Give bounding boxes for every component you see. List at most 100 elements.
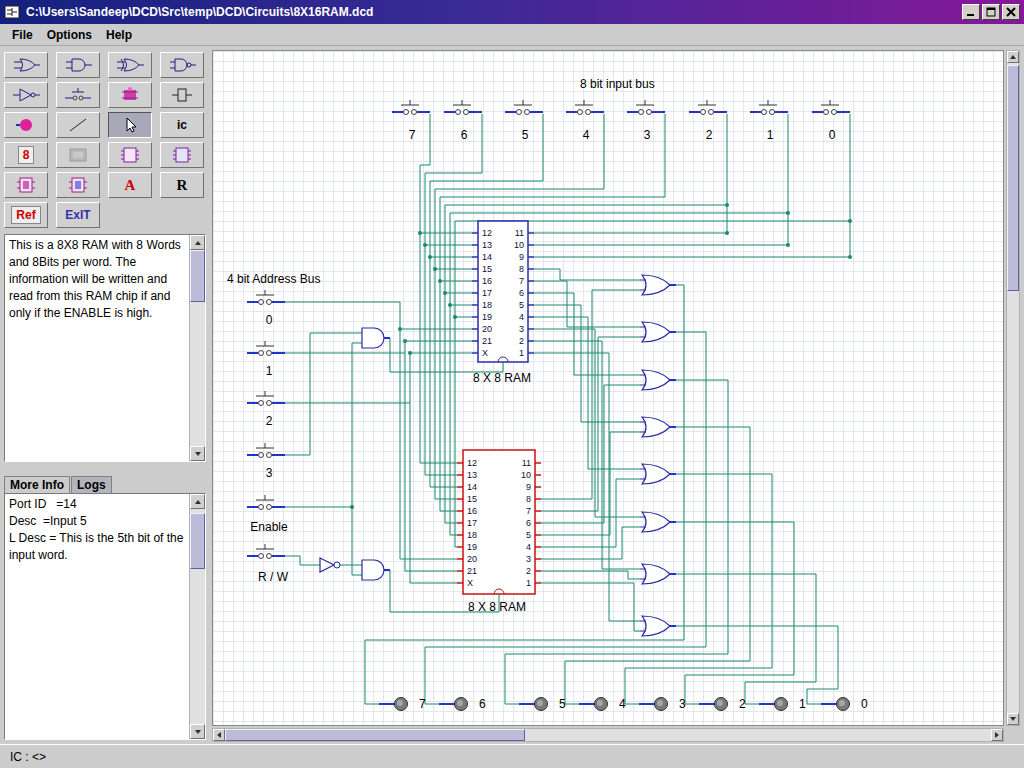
and-gate[interactable]: [362, 560, 390, 580]
minimize-button[interactable]: [962, 4, 980, 20]
tool-button[interactable]: 8: [4, 142, 48, 168]
scroll-thumb[interactable]: [225, 729, 525, 741]
scroll-down-button[interactable]: [190, 724, 205, 739]
wire: [676, 574, 816, 704]
tool-button[interactable]: [4, 112, 48, 138]
tool-button[interactable]: [160, 82, 204, 108]
junction-dot: [848, 219, 852, 223]
push-switch[interactable]: 3: [247, 443, 285, 480]
scroll-thumb[interactable]: [190, 513, 205, 569]
scroll-thumb[interactable]: [1007, 65, 1019, 291]
or-gate[interactable]: [640, 564, 676, 584]
tool-button[interactable]: Ref: [4, 202, 48, 228]
svg-text:10: 10: [521, 470, 531, 480]
tool-button[interactable]: [160, 52, 204, 78]
or-gate[interactable]: [640, 616, 676, 636]
svg-text:9: 9: [526, 482, 531, 492]
push-switch[interactable]: 3: [627, 100, 665, 142]
tool-button[interactable]: A: [108, 172, 152, 198]
tool-button[interactable]: R: [160, 172, 204, 198]
scroll-track[interactable]: [190, 250, 205, 446]
scroll-thumb[interactable]: [190, 250, 205, 302]
scroll-up-button[interactable]: [190, 494, 205, 509]
horizontal-scrollbar[interactable]: [212, 728, 1004, 742]
tool-button[interactable]: [160, 142, 204, 168]
maximize-button[interactable]: [982, 4, 1000, 20]
or-gate[interactable]: [640, 512, 676, 532]
or-gate[interactable]: [640, 464, 676, 484]
tool-button[interactable]: [108, 142, 152, 168]
tool-button[interactable]: ic: [160, 112, 204, 138]
wire: [541, 527, 640, 559]
main-area: ic8ARRefExITThis is a 8X8 RAM with 8 Wor…: [0, 46, 1024, 744]
wire: [541, 479, 640, 547]
push-switch[interactable]: 4: [566, 100, 604, 142]
circuit-canvas[interactable]: 8 bit input bus4 bit Address Bus12131415…: [212, 50, 1004, 726]
minimize-icon: [966, 7, 976, 17]
tool-button[interactable]: ExIT: [56, 202, 100, 228]
scroll-track[interactable]: [190, 509, 205, 724]
arrow-left-icon: [215, 731, 223, 739]
chip-pin: 21: [457, 566, 477, 576]
output-led: 0: [821, 697, 868, 711]
info-tab[interactable]: More Info: [4, 476, 70, 493]
scroll-down-button[interactable]: [190, 446, 205, 461]
and-gate[interactable]: [362, 328, 390, 348]
scroll-up-button[interactable]: [1007, 51, 1019, 63]
tool-button[interactable]: [108, 82, 152, 108]
tool-button[interactable]: [4, 52, 48, 78]
wire: [285, 353, 405, 354]
svg-text:19: 19: [467, 542, 477, 552]
push-switch[interactable]: 0: [812, 100, 850, 142]
circuit-diagram[interactable]: 8 bit input bus4 bit Address Bus12131415…: [213, 51, 1003, 725]
tool-button[interactable]: [108, 112, 152, 138]
ram-chip[interactable]: 12131415161718192021X11109876543218 X 8 …: [472, 221, 534, 385]
menu-item[interactable]: File: [12, 28, 33, 42]
vertical-scrollbar[interactable]: [189, 235, 205, 461]
scroll-up-button[interactable]: [190, 235, 205, 250]
push-switch[interactable]: 0: [247, 290, 285, 327]
not-gate[interactable]: [320, 558, 340, 572]
vertical-scrollbar[interactable]: [189, 494, 205, 739]
scroll-right-button[interactable]: [991, 729, 1003, 741]
or-gate[interactable]: [640, 322, 676, 342]
or-gate[interactable]: [640, 370, 676, 390]
push-switch[interactable]: 6: [444, 100, 482, 142]
tool-button[interactable]: [4, 172, 48, 198]
arrow-down-icon: [194, 728, 202, 736]
tool-button[interactable]: [56, 52, 100, 78]
tool-button[interactable]: [56, 82, 100, 108]
output-led: 1: [759, 697, 806, 711]
tool-button[interactable]: [108, 52, 152, 78]
scroll-down-button[interactable]: [1007, 713, 1019, 725]
scroll-left-button[interactable]: [213, 729, 225, 741]
tool-button[interactable]: [56, 172, 100, 198]
scroll-track[interactable]: [225, 729, 991, 741]
push-switch[interactable]: 2: [247, 391, 285, 428]
push-switch[interactable]: 1: [247, 341, 285, 378]
ram-chip[interactable]: 12131415161718192021X11109876543218 X 8 …: [457, 450, 541, 614]
or-gate[interactable]: [640, 275, 676, 295]
info-tabs: More InfoLogs: [4, 476, 206, 493]
tool-button[interactable]: [56, 112, 100, 138]
svg-text:19: 19: [482, 312, 492, 322]
push-switch[interactable]: 7: [392, 100, 430, 142]
chip-pin: 3: [519, 324, 534, 334]
vertical-scrollbar[interactable]: [1006, 50, 1020, 726]
flip-flop-alt-icon: [62, 176, 94, 194]
info-tab[interactable]: Logs: [71, 476, 112, 493]
menu-item[interactable]: Options: [47, 28, 92, 42]
push-switch[interactable]: Enable: [247, 495, 288, 534]
push-switch[interactable]: 2: [689, 100, 727, 142]
or-gate[interactable]: [640, 417, 676, 437]
menu-item[interactable]: Help: [106, 28, 132, 42]
push-switch[interactable]: R / W: [247, 544, 289, 584]
scroll-track[interactable]: [1007, 63, 1019, 713]
push-switch[interactable]: 5: [505, 100, 543, 142]
tool-button[interactable]: [4, 82, 48, 108]
wire: [534, 353, 640, 621]
and-gate-icon: [62, 56, 94, 74]
wire: [534, 341, 640, 569]
push-switch[interactable]: 1: [750, 100, 788, 142]
close-button[interactable]: [1002, 4, 1020, 20]
